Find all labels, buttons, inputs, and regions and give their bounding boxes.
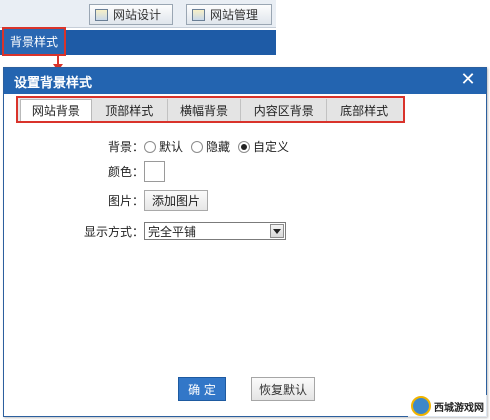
watermark-logo-icon xyxy=(411,396,431,416)
background-style-menu-item[interactable]: 背景样式 xyxy=(2,27,66,56)
image-label: 图片： xyxy=(107,194,144,208)
tab-label: 横幅背景 xyxy=(180,103,229,118)
background-style-label: 背景样式 xyxy=(9,35,58,49)
add-image-button[interactable]: 添加图片 xyxy=(144,190,209,211)
tab-label: 顶部样式 xyxy=(105,103,154,118)
radio-hidden-indicator[interactable] xyxy=(191,140,204,153)
radio-default-label: 默认 xyxy=(159,140,184,154)
restore-default-button[interactable]: 恢复默认 xyxy=(251,377,315,401)
restore-default-label: 恢复默认 xyxy=(258,382,307,397)
tab-top-style[interactable]: 顶部样式 xyxy=(91,99,168,121)
watermark: 西城游戏网 xyxy=(408,395,487,417)
image-row: 图片： 添加图片 xyxy=(84,190,209,211)
dialog-tabs: 网站背景 顶部样式 横幅背景 内容区背景 底部样式 xyxy=(16,96,405,123)
display-mode-value: 完全平铺 xyxy=(148,224,197,239)
tab-label: 网站背景 xyxy=(31,104,80,118)
tab-label: 底部样式 xyxy=(340,103,389,118)
tab-site-background[interactable]: 网站背景 xyxy=(20,99,92,121)
radio-custom[interactable]: 自定义 xyxy=(238,138,289,155)
dialog-title-bar: 设置背景样式 xyxy=(4,68,486,94)
background-style-dialog: 设置背景样式 ✕ 网站背景 顶部样式 横幅背景 内容区背景 底部样式 背景： 默… xyxy=(3,67,487,417)
website-design-label: 网站设计 xyxy=(113,8,162,22)
color-row: 颜色： xyxy=(84,161,165,182)
website-manage-button[interactable]: 网站管理 xyxy=(186,4,272,25)
display-mode-select[interactable]: 完全平铺 xyxy=(144,222,286,240)
tab-label: 内容区背景 xyxy=(253,103,314,118)
radio-default-indicator[interactable] xyxy=(144,140,156,153)
website-manage-label: 网站管理 xyxy=(210,8,259,22)
chevron-down-icon[interactable] xyxy=(270,224,284,238)
design-icon xyxy=(95,8,108,21)
confirm-label: 确 定 xyxy=(188,382,216,397)
background-label: 背景： xyxy=(107,140,144,154)
tab-content-background[interactable]: 内容区背景 xyxy=(241,99,328,121)
tab-footer-style[interactable]: 底部样式 xyxy=(327,99,401,121)
tab-banner-background[interactable]: 横幅背景 xyxy=(167,99,242,121)
display-mode-row: 显示方式： 完全平铺 xyxy=(72,222,286,240)
color-label: 颜色： xyxy=(107,165,144,179)
radio-custom-indicator[interactable] xyxy=(238,140,251,153)
website-design-button[interactable]: 网站设计 xyxy=(89,4,173,25)
display-mode-label: 显示方式： xyxy=(83,224,144,239)
confirm-button[interactable]: 确 定 xyxy=(178,377,226,401)
background-row: 背景： 默认 隐藏 自定义 xyxy=(84,138,297,155)
watermark-text: 西城游戏网 xyxy=(434,402,484,414)
dialog-title: 设置背景样式 xyxy=(14,75,93,91)
top-toolbar: 网站设计 网站管理 xyxy=(0,0,276,28)
add-image-label: 添加图片 xyxy=(152,194,201,208)
radio-custom-label: 自定义 xyxy=(253,140,290,154)
radio-hidden[interactable]: 隐藏 xyxy=(191,138,230,155)
color-picker[interactable] xyxy=(144,161,165,182)
radio-hidden-label: 隐藏 xyxy=(206,140,231,154)
manage-icon xyxy=(192,8,205,21)
radio-default[interactable]: 默认 xyxy=(144,138,183,155)
close-icon[interactable]: ✕ xyxy=(459,71,477,89)
